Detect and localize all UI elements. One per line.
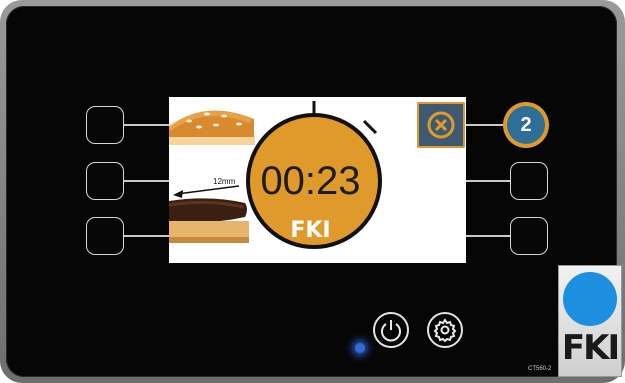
settings-button[interactable] (427, 312, 463, 348)
left-button-3[interactable] (86, 217, 124, 255)
right-button-1-lead (466, 124, 504, 126)
power-icon (381, 320, 401, 342)
cancel-button[interactable] (417, 102, 465, 148)
right-button-3-lead (466, 235, 510, 237)
cancel-x-icon (427, 111, 455, 139)
timer-brand-label: FKI (290, 218, 331, 243)
left-button-3-lead (124, 235, 169, 237)
gear-icon (433, 318, 457, 343)
power-indicator-led (355, 343, 365, 353)
model-number: CT560-2 (528, 366, 552, 372)
queue-count-badge[interactable]: 2 (503, 102, 549, 148)
right-button-3[interactable] (510, 217, 548, 255)
power-button[interactable] (373, 312, 409, 348)
left-button-1[interactable] (86, 106, 124, 144)
right-button-2-lead (466, 180, 510, 182)
left-button-1-lead (124, 124, 169, 126)
right-button-2[interactable] (510, 162, 548, 200)
fki-logo: FKI (558, 265, 622, 377)
left-button-2-lead (124, 180, 169, 182)
logo-blue-dot (563, 272, 617, 326)
countdown-display: 00:23 (260, 159, 361, 203)
left-button-2[interactable] (86, 162, 124, 200)
logo-text: FKI (561, 328, 620, 368)
queue-count-value: 2 (507, 106, 545, 144)
